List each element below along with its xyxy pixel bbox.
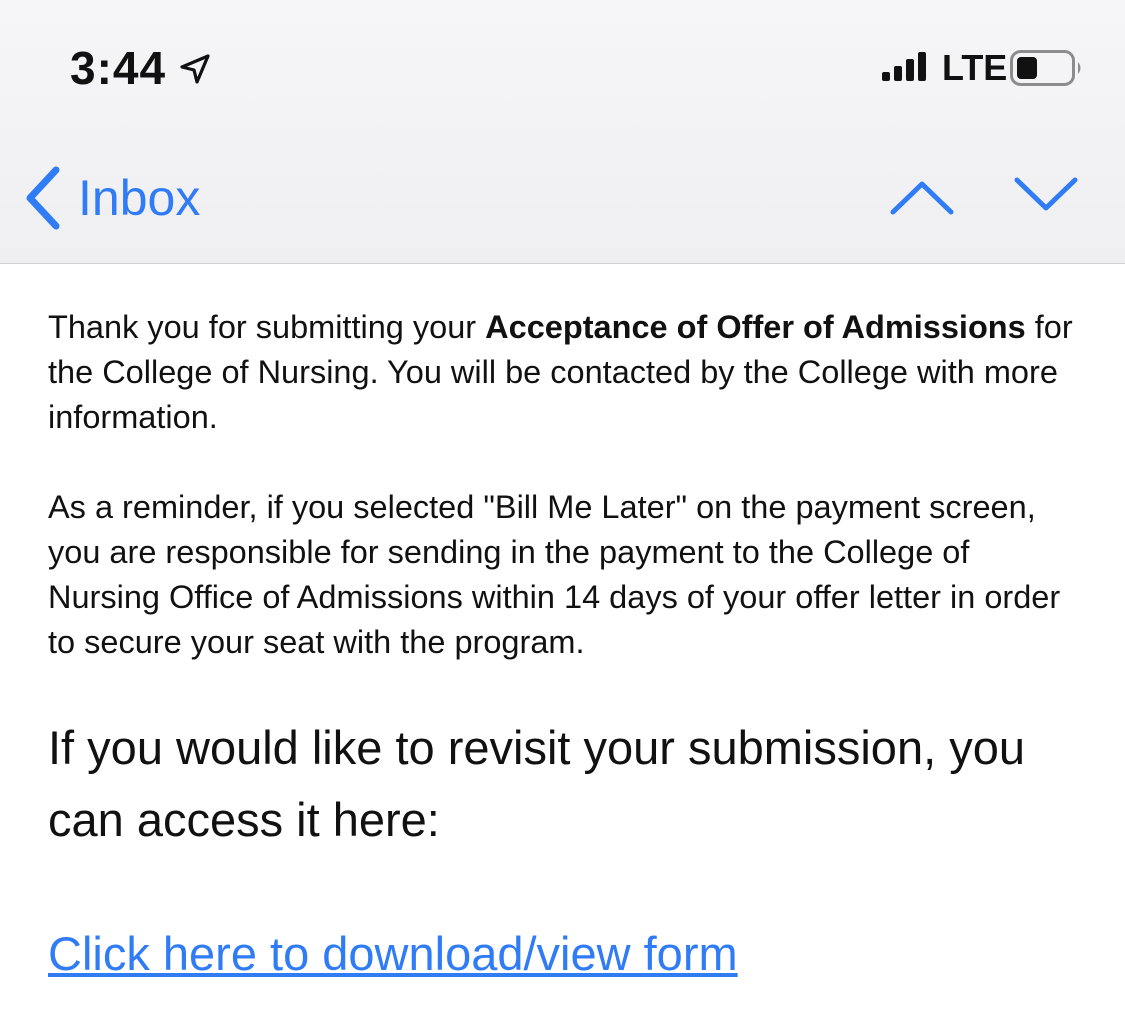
chevron-down-icon[interactable] [1012, 172, 1080, 220]
top-bar: 3:44 LTE Inbox [0, 0, 1125, 264]
chevron-left-icon [26, 166, 60, 230]
chevron-up-icon[interactable] [888, 172, 956, 220]
confirmation-paragraph: Thank you for submitting your Acceptance… [48, 305, 1088, 440]
back-to-inbox-button[interactable]: Inbox [22, 160, 200, 236]
network-type: LTE [942, 47, 1008, 88]
status-time: 3:44 [70, 42, 167, 94]
back-label: Inbox [78, 170, 201, 226]
confirmation-text-a: Thank you for submitting your [48, 309, 486, 345]
email-body: Thank you for submitting your Acceptance… [48, 305, 1088, 984]
battery-low-icon [1010, 50, 1081, 86]
confirmation-bold-text: Acceptance of Offer of Admissions [485, 309, 1026, 345]
revisit-paragraph: If you would like to revisit your submis… [48, 721, 1025, 846]
reminder-paragraph: As a reminder, if you selected "Bill Me … [48, 489, 1061, 660]
cellular-signal-icon [882, 52, 926, 81]
location-arrow-icon [180, 54, 210, 84]
download-form-link[interactable]: Click here to download/view form [48, 924, 738, 984]
